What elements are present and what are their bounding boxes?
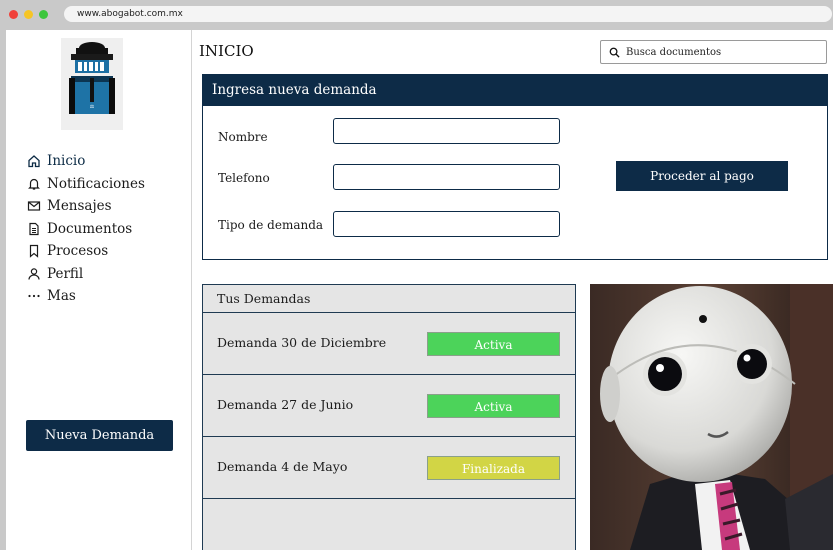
- demanda-name: Demanda 30 de Diciembre: [217, 335, 387, 350]
- sidebar-item-documentos[interactable]: Documentos: [26, 218, 145, 241]
- minimize-window-dot[interactable]: [24, 10, 33, 19]
- nombre-input[interactable]: [333, 118, 560, 144]
- sidebar-item-mensajes[interactable]: Mensajes: [26, 195, 145, 218]
- app-logo: ⚖: [61, 38, 123, 130]
- demanda-name: Demanda 27 de Junio: [217, 397, 354, 412]
- demanda-name: Demanda 4 de Mayo: [217, 459, 348, 474]
- sidebar-item-label: Mas: [47, 288, 76, 305]
- sidebar-item-inicio[interactable]: Inicio: [26, 150, 145, 173]
- status-badge: Activa: [427, 332, 560, 356]
- sidebar-item-label: Mensajes: [47, 198, 112, 215]
- search-input[interactable]: [626, 46, 816, 58]
- sidebar-nav: Inicio Notificaciones Mensajes Documento…: [26, 150, 145, 308]
- close-window-dot[interactable]: [9, 10, 18, 19]
- page-title: INICIO: [199, 42, 254, 60]
- tipo-demanda-label: Tipo de demanda: [218, 218, 324, 232]
- sidebar-item-label: Perfil: [47, 265, 84, 282]
- telefono-input[interactable]: [333, 164, 560, 190]
- mail-icon: [26, 199, 41, 214]
- sidebar-item-procesos[interactable]: Procesos: [26, 240, 145, 263]
- sidebar-item-label: Notificaciones: [47, 175, 145, 192]
- sidebar-item-mas[interactable]: Mas: [26, 285, 145, 308]
- status-badge: Finalizada: [427, 456, 560, 480]
- bookmark-icon: [26, 244, 41, 259]
- tipo-demanda-input[interactable]: [333, 211, 560, 237]
- sidebar-item-notificaciones[interactable]: Notificaciones: [26, 173, 145, 196]
- nueva-demanda-form: Ingresa nueva demanda Nombre Telefono Ti…: [202, 74, 828, 260]
- url-bar[interactable]: www.abogabot.com.mx: [64, 6, 832, 22]
- sidebar-item-perfil[interactable]: Perfil: [26, 263, 145, 286]
- home-icon: [26, 154, 41, 169]
- tus-demandas-title: Tus Demandas: [203, 285, 575, 313]
- nueva-demanda-button[interactable]: Nueva Demanda: [26, 420, 173, 451]
- user-icon: [26, 266, 41, 281]
- sidebar-item-label: Documentos: [47, 220, 133, 237]
- list-item[interactable]: Demanda 27 de Junio Activa: [203, 375, 575, 437]
- form-title: Ingresa nueva demanda: [203, 75, 827, 106]
- sidebar-item-label: Procesos: [47, 243, 109, 260]
- maximize-window-dot[interactable]: [39, 10, 48, 19]
- proceder-pago-button[interactable]: Proceder al pago: [616, 161, 788, 191]
- sidebar-item-label: Inicio: [47, 153, 86, 170]
- nombre-label: Nombre: [218, 130, 268, 144]
- search-box[interactable]: [600, 40, 827, 64]
- browser-chrome: www.abogabot.com.mx: [0, 0, 833, 30]
- bell-icon: [26, 176, 41, 191]
- status-badge: Activa: [427, 394, 560, 418]
- robot-lawyer-logo-icon: ⚖: [61, 38, 123, 130]
- search-icon: [609, 47, 620, 58]
- more-icon: [26, 289, 41, 304]
- document-icon: [26, 221, 41, 236]
- list-item[interactable]: Demanda 30 de Diciembre Activa: [203, 313, 575, 375]
- telefono-label: Telefono: [218, 171, 270, 185]
- list-item[interactable]: Demanda 4 de Mayo Finalizada: [203, 437, 575, 499]
- sidebar: ⚖ Inicio Notificaciones Mensajes Documen…: [6, 30, 192, 550]
- tus-demandas-panel: Tus Demandas Demanda 30 de Diciembre Act…: [202, 284, 576, 550]
- robot-photo: [590, 284, 833, 550]
- svg-text:⚖: ⚖: [90, 104, 95, 110]
